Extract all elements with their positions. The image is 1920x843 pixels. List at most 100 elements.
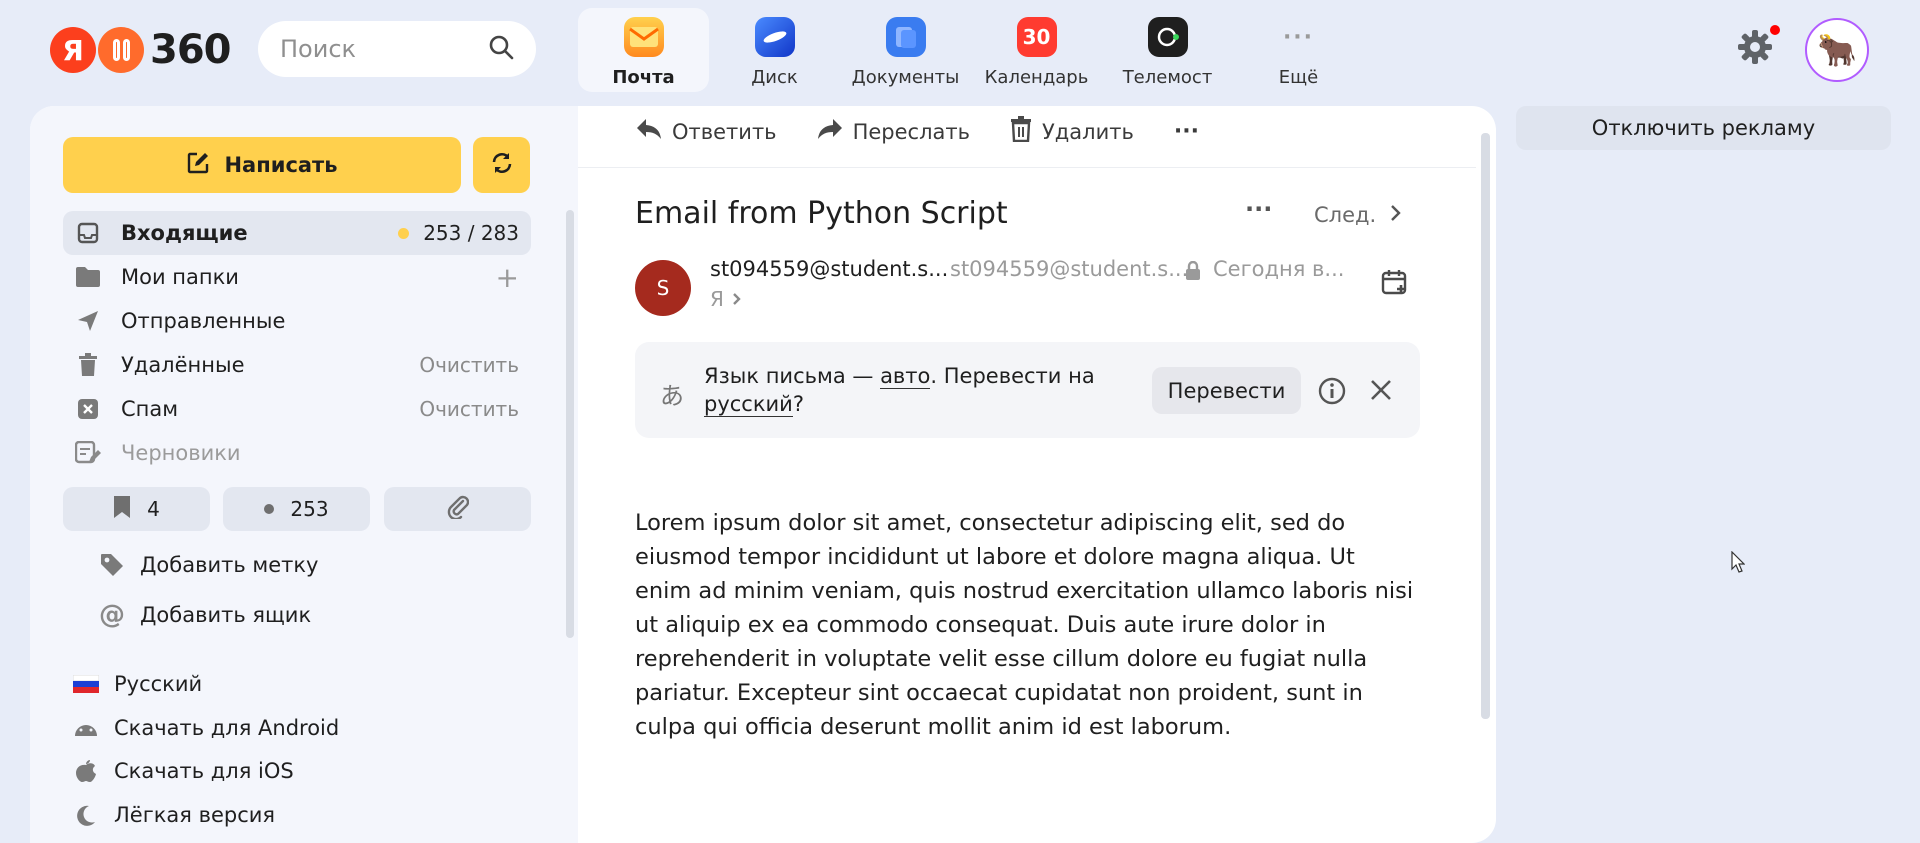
folder-label: Отправленные xyxy=(121,309,286,333)
folder-drafts[interactable]: Черновики xyxy=(63,431,531,475)
search-icon[interactable] xyxy=(488,34,514,64)
source-language-link[interactable]: авто xyxy=(880,364,931,389)
recipients-toggle[interactable]: Я xyxy=(710,287,742,311)
search-input[interactable]: Поиск xyxy=(258,21,536,77)
sent-icon xyxy=(75,308,101,334)
email-toolbar: Ответить Переслать Удалить ··· xyxy=(636,116,1199,147)
service-documents[interactable]: Документы xyxy=(840,8,971,92)
search-placeholder: Поиск xyxy=(280,35,357,63)
forward-button[interactable]: Переслать xyxy=(817,116,970,147)
sender-email[interactable]: st094559@student.s... xyxy=(950,257,1188,281)
folder-spam[interactable]: Спам Очистить xyxy=(63,387,531,431)
spam-icon xyxy=(75,396,101,422)
add-to-calendar-icon[interactable] xyxy=(1381,268,1409,300)
more-actions-button[interactable]: ··· xyxy=(1174,116,1199,147)
sender-avatar[interactable]: S xyxy=(635,260,691,316)
folder-inbox[interactable]: Входящие 253 / 283 xyxy=(63,211,531,255)
inbox-icon xyxy=(75,220,101,246)
email-body: Lorem ipsum dolor sit amet, consectetur … xyxy=(635,510,1414,740)
service-label: Календарь xyxy=(984,67,1089,88)
refresh-button[interactable] xyxy=(473,137,530,193)
yandex-360-logo[interactable]: Я 360 xyxy=(50,27,231,73)
recipient-label: Я xyxy=(710,287,724,311)
service-label: Диск xyxy=(751,67,798,88)
subject-more-icon[interactable]: ··· xyxy=(1245,195,1272,223)
delete-label: Удалить xyxy=(1041,119,1134,144)
more-icon: ··· xyxy=(1282,24,1315,50)
translate-icon: あ xyxy=(660,382,684,410)
target-language-link[interactable]: русский xyxy=(704,392,793,417)
calendar-icon: 30 xyxy=(1016,17,1057,57)
trash-icon xyxy=(1010,116,1032,147)
service-telemost[interactable]: Телемост xyxy=(1102,8,1233,92)
disable-ads-button[interactable]: Отключить рекламу xyxy=(1516,106,1891,150)
filter-unread[interactable]: 253 xyxy=(223,487,370,531)
add-folder-icon[interactable]: + xyxy=(496,261,519,294)
folder-label: Удалённые xyxy=(121,353,245,377)
filter-attachments[interactable] xyxy=(384,487,531,531)
service-mail[interactable]: Почта xyxy=(578,8,709,92)
delete-button[interactable]: Удалить xyxy=(1010,116,1134,147)
360-logo-icon xyxy=(98,27,144,73)
user-avatar[interactable]: 🐂 xyxy=(1805,18,1869,82)
logo-text: 360 xyxy=(150,27,231,73)
reply-label: Ответить xyxy=(672,119,777,144)
clear-spam-link[interactable]: Очистить xyxy=(419,397,519,421)
folder-label: Спам xyxy=(121,397,179,421)
telemost-icon xyxy=(1147,17,1188,57)
toolbar-divider xyxy=(578,167,1476,168)
services-bar: Почта Диск Документы 30 Календарь Телемо… xyxy=(578,8,1364,92)
at-icon: @ xyxy=(99,600,125,630)
compose-icon xyxy=(186,151,210,180)
add-mailbox-link[interactable]: @ Добавить ящик xyxy=(98,597,311,633)
service-disk[interactable]: Диск xyxy=(709,8,840,92)
service-label: Документы xyxy=(851,67,960,88)
folder-deleted[interactable]: Удалённые Очистить xyxy=(63,343,531,387)
reply-button[interactable]: Ответить xyxy=(636,116,777,147)
forward-label: Переслать xyxy=(852,119,970,144)
yandex-logo-icon: Я xyxy=(50,27,96,73)
sidebar-scrollbar[interactable] xyxy=(566,210,574,638)
folder-label: Входящие xyxy=(121,221,248,245)
compose-button[interactable]: Написать xyxy=(63,137,461,193)
translate-text: Язык письма — авто. Перевести на русский… xyxy=(704,364,1095,417)
service-more[interactable]: ··· Ещё xyxy=(1233,8,1364,92)
paperclip-icon xyxy=(447,495,469,524)
sender-name[interactable]: st094559@student.s... xyxy=(710,257,948,281)
folder-label: Мои папки xyxy=(121,265,239,289)
add-label-link[interactable]: Добавить метку xyxy=(98,547,319,583)
translate-button[interactable]: Перевести xyxy=(1152,367,1301,414)
filter-bookmarks[interactable]: 4 xyxy=(63,487,210,531)
email-subject: Email from Python Script xyxy=(635,196,1008,231)
reply-icon xyxy=(636,118,662,145)
tag-icon xyxy=(98,552,126,578)
settings-gear-icon[interactable] xyxy=(1736,23,1782,66)
folder-sent[interactable]: Отправленные xyxy=(63,299,531,343)
download-ios-link[interactable]: Скачать для iOS xyxy=(72,753,294,789)
chevron-right-icon xyxy=(732,287,742,311)
refresh-icon xyxy=(490,151,514,179)
apple-icon xyxy=(72,759,100,783)
unread-count: 253 xyxy=(290,497,329,521)
inbox-count: 253 / 283 xyxy=(423,221,519,245)
compose-label: Написать xyxy=(224,153,338,177)
folder-my-folders[interactable]: Мои папки + xyxy=(63,255,531,299)
folder-label: Черновики xyxy=(121,441,241,465)
mouse-cursor-icon xyxy=(1731,550,1746,577)
clear-deleted-link[interactable]: Очистить xyxy=(419,353,519,377)
light-version-text: Лёгкая версия xyxy=(114,803,276,827)
moon-icon xyxy=(72,804,100,826)
next-label: След. xyxy=(1314,203,1377,227)
bookmarks-count: 4 xyxy=(147,497,160,521)
notification-dot xyxy=(1768,23,1782,37)
next-email-button[interactable]: След. xyxy=(1314,203,1402,227)
russian-flag-icon xyxy=(72,675,100,693)
language-select[interactable]: Русский xyxy=(72,666,202,702)
service-calendar[interactable]: 30 Календарь xyxy=(971,8,1102,92)
download-android-link[interactable]: Скачать для Android xyxy=(72,710,339,746)
email-scrollbar[interactable] xyxy=(1481,133,1490,719)
language-label: Русский xyxy=(114,672,203,696)
info-icon[interactable] xyxy=(1318,377,1346,409)
close-icon[interactable] xyxy=(1369,378,1393,406)
light-version-link[interactable]: Лёгкая версия xyxy=(72,797,275,833)
